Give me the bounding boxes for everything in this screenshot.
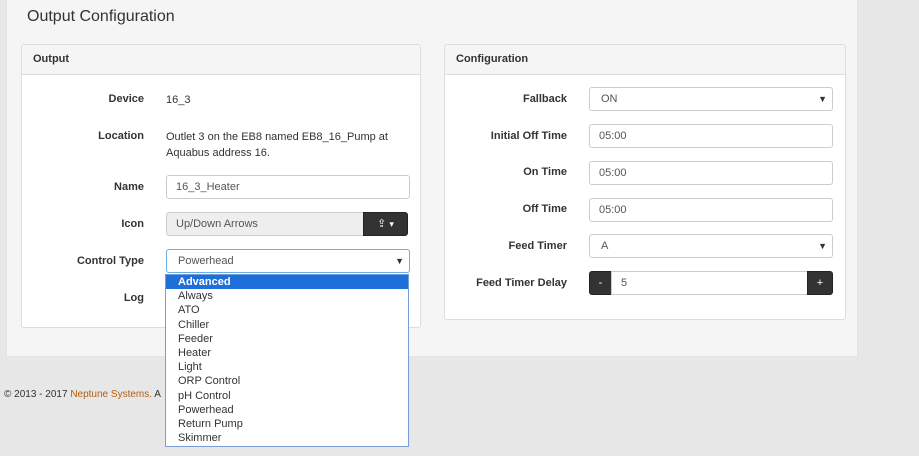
icon-input: Up/Down Arrows (166, 212, 366, 236)
log-label: Log (123, 292, 144, 304)
on-time-label: On Time (523, 166, 567, 178)
fallback-select[interactable]: ON ▼ (589, 87, 833, 111)
control-type-option[interactable]: Heater (166, 346, 408, 360)
control-type-option[interactable]: Return Pump (166, 417, 408, 431)
control-type-option[interactable]: Always (166, 289, 408, 303)
feed-timer-selected: A (601, 240, 609, 252)
output-panel-heading: Output (22, 45, 420, 75)
feed-timer-delay-label: Feed Timer Delay (476, 277, 567, 289)
footer-brand-link[interactable]: Neptune Systems. (70, 389, 152, 400)
location-line-1: Outlet 3 on the EB8 named EB8_16_Pump at (166, 131, 388, 143)
footer-tail: A (152, 389, 161, 400)
location-line-2: Aquabus address 16. (166, 147, 270, 159)
location-value: Outlet 3 on the EB8 named EB8_16_Pump at… (166, 129, 406, 161)
page-title: Output Configuration (27, 8, 175, 25)
control-type-option[interactable]: Skimmer (166, 431, 408, 445)
control-type-option[interactable]: Chiller (166, 318, 408, 332)
on-time-input[interactable]: 05:00 (589, 161, 833, 185)
chevron-down-icon: ▼ (395, 256, 404, 266)
control-type-option[interactable]: pH Control (166, 389, 408, 403)
control-type-option[interactable]: Advanced (166, 275, 408, 290)
chevron-down-icon: ▼ (818, 94, 827, 104)
initial-off-time-input[interactable]: 05:00 (589, 124, 833, 148)
initial-off-time-label: Initial Off Time (490, 130, 567, 142)
footer-copyright: © 2013 - 2017 (4, 389, 71, 400)
feed-timer-select[interactable]: A ▼ (589, 234, 833, 258)
outer-panel: Output Configuration Output Device 16_3 … (6, 0, 858, 357)
feed-timer-label: Feed Timer (508, 240, 568, 252)
control-type-option[interactable]: Feeder (166, 332, 408, 346)
name-label: Name (114, 181, 144, 193)
configuration-panel-heading: Configuration (445, 45, 845, 75)
tree-icon: ⇪ (377, 218, 387, 230)
control-type-label: Control Type (76, 255, 144, 267)
control-type-option[interactable]: Light (166, 360, 408, 374)
location-label: Location (98, 130, 144, 142)
off-time-label: Off Time (522, 203, 567, 215)
control-type-selected: Powerhead (178, 255, 234, 267)
control-type-options-list[interactable]: Advanced Always ATO Chiller Feeder Heater Ligh… (165, 274, 409, 447)
control-type-select[interactable]: Powerhead ▼ (166, 249, 410, 273)
chevron-down-icon: ▼ (818, 241, 827, 251)
control-type-option[interactable]: Powerhead (166, 403, 408, 417)
decrement-button[interactable]: - (589, 271, 612, 295)
off-time-input[interactable]: 05:00 (589, 198, 833, 222)
footer: © 2013 - 2017 Neptune Systems. A (4, 389, 161, 400)
increment-button[interactable]: + (807, 271, 833, 295)
fallback-label: Fallback (522, 93, 567, 105)
device-value: 16_3 (166, 94, 191, 106)
name-input[interactable]: 16_3_Heater (166, 175, 410, 199)
icon-picker-button[interactable]: ⇪ ▾ (363, 212, 408, 236)
control-type-option[interactable]: ATO (166, 303, 408, 317)
caret-down-icon: ▾ (389, 219, 394, 229)
fallback-selected: ON (601, 93, 618, 105)
configuration-panel: Configuration Fallback ON ▼ Initial Off … (444, 44, 846, 320)
control-type-option[interactable]: ORP Control (166, 374, 408, 388)
device-label: Device (108, 93, 144, 105)
icon-label: Icon (121, 218, 144, 230)
feed-timer-delay-input[interactable]: 5 (611, 271, 808, 295)
